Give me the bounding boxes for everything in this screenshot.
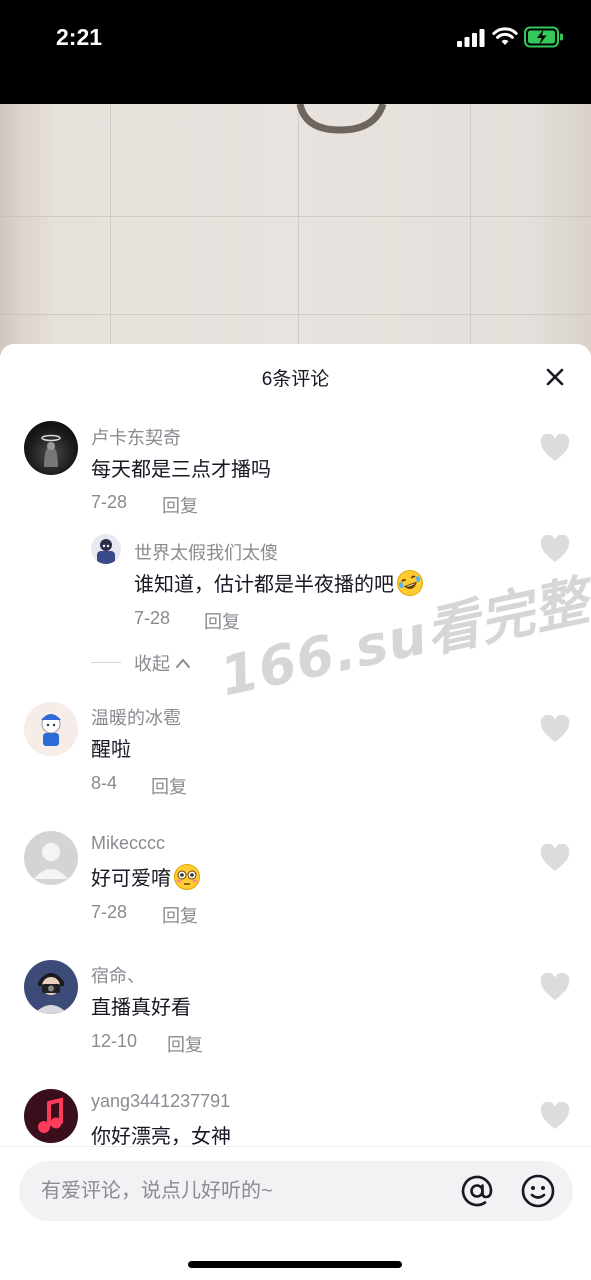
comments-count-title: 6条评论 [261, 369, 330, 390]
comment-text: 醒啦 [91, 739, 131, 761]
comment-input-container[interactable] [19, 1161, 573, 1221]
collapse-replies-button[interactable]: 收起 [134, 650, 191, 676]
avatar[interactable] [24, 1089, 78, 1143]
reply-button[interactable]: 回复 [167, 1031, 203, 1057]
reply-button[interactable]: 回复 [162, 492, 198, 518]
cellular-signal-icon [457, 29, 485, 47]
wifi-icon [492, 27, 518, 45]
comment-username[interactable]: Mikecccc [91, 833, 165, 854]
comment-date: 7-28 [91, 492, 128, 512]
comment-username[interactable]: 温暖的冰雹 [91, 704, 181, 730]
reply-button[interactable]: 回复 [162, 902, 198, 928]
avatar[interactable] [24, 960, 78, 1014]
comment-username[interactable]: 宿命、 [91, 962, 145, 988]
collapse-divider [91, 662, 121, 663]
avatar[interactable] [91, 534, 121, 564]
comment-text: 好可爱唷 [91, 862, 201, 891]
comment-username[interactable]: 卢卡东契奇 [91, 424, 181, 450]
status-bar: 2:21 [0, 0, 591, 104]
battery-charging-icon [524, 26, 563, 48]
comment-text: 直播真好看 [91, 997, 191, 1019]
comment-username[interactable]: yang3441237791 [91, 1091, 230, 1112]
emoji-picker-icon[interactable] [520, 1173, 556, 1209]
video-background[interactable] [0, 104, 591, 364]
comment-input[interactable] [41, 1161, 441, 1221]
avatar[interactable] [24, 702, 78, 756]
comments-panel: 6条评论 卢卡东契奇 每天都是三点才播吗 7-28 回复 世界太假我们太傻 谁知… [0, 344, 591, 1280]
comment-date: 8-4 [91, 773, 118, 793]
comment-date: 7-28 [134, 608, 171, 628]
reply-button[interactable]: 回复 [151, 773, 187, 799]
comment-text-body: 好可爱唷 [91, 868, 171, 890]
comment-date: 7-28 [91, 902, 128, 922]
status-time: 2:21 [56, 24, 103, 50]
close-icon[interactable] [540, 362, 570, 392]
comment-text: 每天都是三点才播吗 [91, 459, 271, 481]
chevron-up-icon [176, 658, 191, 668]
avatar[interactable] [24, 421, 78, 475]
comment-date: 12-10 [91, 1031, 138, 1051]
comment-username[interactable]: 世界太假我们太傻 [134, 539, 278, 565]
comment-input-bar [0, 1146, 591, 1280]
like-heart-icon[interactable] [540, 434, 570, 462]
comment-text: 谁知道，估计都是半夜播的吧 [134, 568, 424, 597]
home-indicator[interactable] [188, 1261, 402, 1268]
avatar[interactable] [24, 831, 78, 885]
ceiling-fixture-shape [296, 104, 387, 134]
like-heart-icon[interactable] [540, 844, 570, 872]
like-heart-icon[interactable] [540, 715, 570, 743]
comment-text-body: 谁知道，估计都是半夜播的吧 [134, 574, 394, 596]
like-heart-icon[interactable] [540, 973, 570, 1001]
flushed-face-emoji-icon [174, 864, 200, 890]
collapse-label: 收起 [134, 654, 170, 674]
mention-at-icon[interactable] [459, 1173, 495, 1209]
like-heart-icon[interactable] [540, 1102, 570, 1130]
comment-text: 你好漂亮，女神 [91, 1126, 231, 1148]
